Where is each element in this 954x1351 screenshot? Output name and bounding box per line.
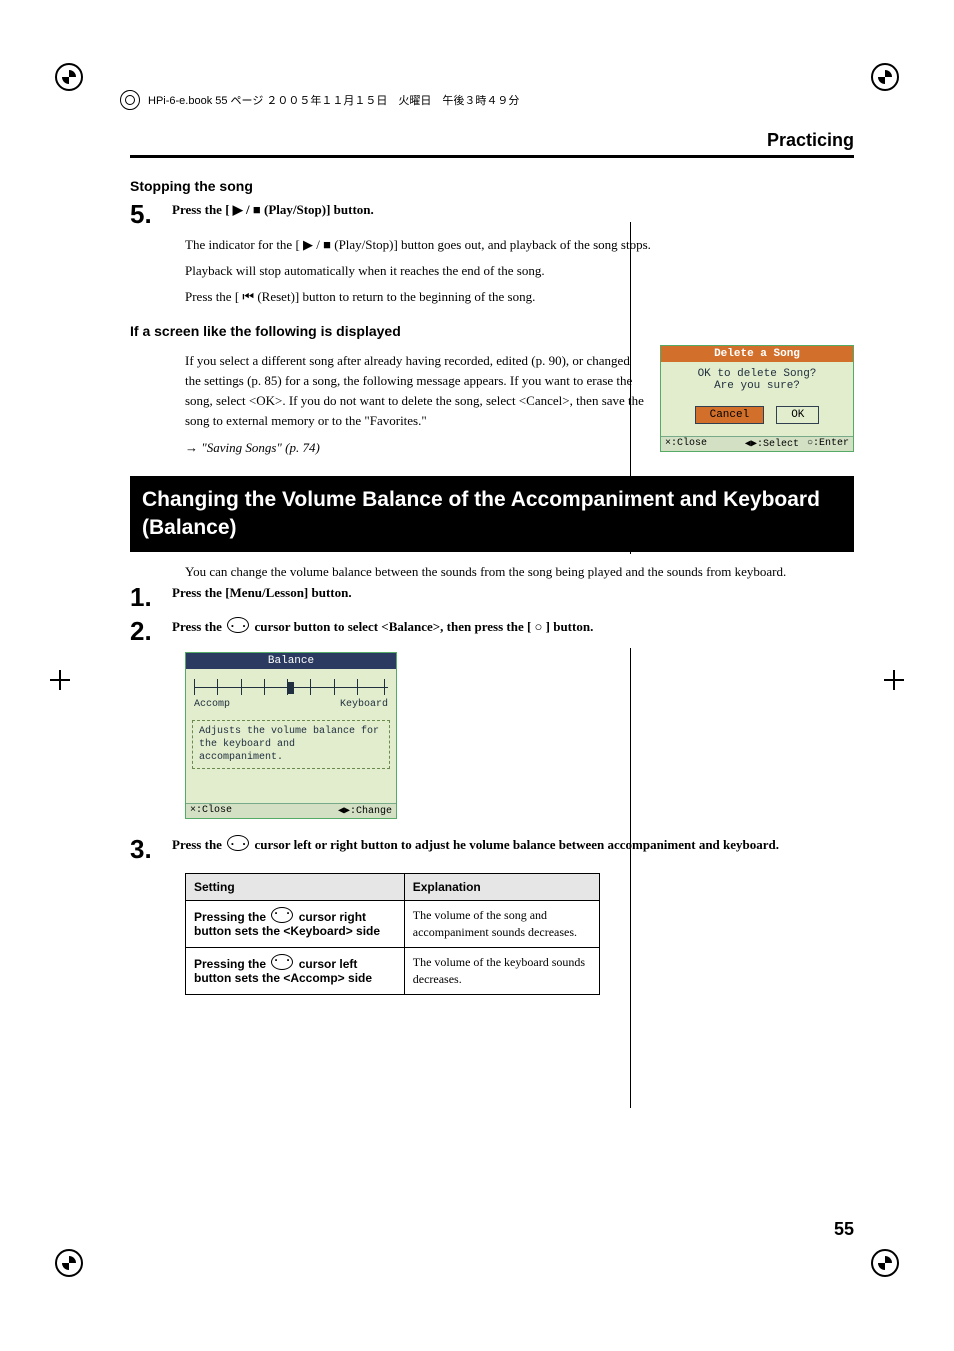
step-number-5: 5. <box>130 200 172 229</box>
cursor-icon <box>271 954 293 970</box>
lcd-balance-foot-change: ◀▶:Change <box>338 805 392 817</box>
heading-ifscreen: If a screen like the following is displa… <box>130 323 854 339</box>
lcd-ok-button: OK <box>776 406 819 424</box>
step5-body-line1: The indicator for the [ ▶ / ■ (Play/Stop… <box>185 235 854 255</box>
column-divider <box>630 648 631 1108</box>
table-row1-setting: Pressing the cursor right button sets th… <box>186 901 405 948</box>
chapter-header: Practicing <box>130 130 854 151</box>
lcd-cancel-button: Cancel <box>695 406 765 424</box>
cursor-icon <box>227 835 249 851</box>
cursor-icon <box>227 617 249 633</box>
lcd-balance-title: Balance <box>186 653 396 669</box>
lcd-balance-foot-close: ×:Close <box>190 805 232 817</box>
section-banner-balance: Changing the Volume Balance of the Accom… <box>130 476 854 553</box>
balance-label-accomp: Accomp <box>194 699 230 710</box>
step1-instruction: Press the [Menu/Lesson] button. <box>172 583 854 603</box>
settings-table: Setting Explanation Pressing the cursor … <box>185 873 600 994</box>
lcd-delete-dialog: Delete a Song OK to delete Song? Are you… <box>660 345 854 452</box>
lcd-balance-desc: Adjusts the volume balance for the keybo… <box>192 720 390 769</box>
lcd-delete-line2: Are you sure? <box>665 380 849 392</box>
balance-slider <box>194 679 388 697</box>
binder-ring-icon <box>120 90 140 110</box>
lcd-delete-line1: OK to delete Song? <box>665 368 849 380</box>
heading-stopping: Stopping the song <box>130 178 854 194</box>
step2-instruction: Press the cursor button to select <Balan… <box>172 617 854 637</box>
lcd-foot-close: ×:Close <box>661 437 711 451</box>
page-number: 55 <box>834 1219 854 1240</box>
lcd-balance-screen: Balance Accomp Keyboard Adjusts the volu… <box>185 652 397 819</box>
table-row: Pressing the cursor right button sets th… <box>186 901 600 948</box>
table-row2-explanation: The volume of the keyboard sounds decrea… <box>404 947 599 994</box>
ifscreen-crossref: → "Saving Songs" (p. 74) <box>185 438 644 458</box>
step-number-3: 3. <box>130 835 172 864</box>
table-row2-setting: Pressing the cursor left button sets the… <box>186 947 405 994</box>
step-number-2: 2. <box>130 617 172 646</box>
cursor-icon <box>271 907 293 923</box>
ifscreen-paragraph: If you select a different song after alr… <box>185 351 644 432</box>
table-row1-explanation: The volume of the song and accompaniment… <box>404 901 599 948</box>
step5-body-line2: Playback will stop automatically when it… <box>185 261 854 281</box>
step5-body-line3: Press the [ ⏮ (Reset)] button to return … <box>185 287 854 307</box>
balance-intro: You can change the volume balance betwee… <box>185 562 854 582</box>
table-row: Pressing the cursor left button sets the… <box>186 947 600 994</box>
step3-instruction: Press the cursor left or right button to… <box>172 835 854 855</box>
table-header-setting: Setting <box>186 874 405 901</box>
lcd-foot-select: ◀▶:Select <box>741 437 803 451</box>
balance-label-keyboard: Keyboard <box>340 699 388 710</box>
column-divider <box>630 222 631 554</box>
step5-instruction: Press the [ ▶ / ■ (Play/Stop)] button. <box>172 200 854 220</box>
header-divider <box>130 155 854 158</box>
print-job-header: HPi-6-e.book 55 ページ ２００５年１１月１５日 火曜日 午後３時… <box>120 90 519 110</box>
step-number-1: 1. <box>130 583 172 612</box>
lcd-foot-enter: ○:Enter <box>803 437 853 451</box>
print-info-text: HPi-6-e.book 55 ページ ２００５年１１月１５日 火曜日 午後３時… <box>148 92 519 108</box>
table-header-explanation: Explanation <box>404 874 599 901</box>
lcd-delete-title: Delete a Song <box>661 346 853 362</box>
